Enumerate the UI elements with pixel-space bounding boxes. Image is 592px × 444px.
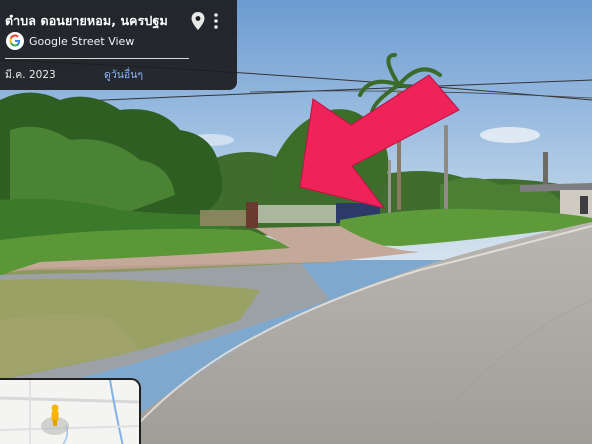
capture-date: มี.ค. 2023 bbox=[5, 69, 56, 81]
street-view-info-card: ตำบล ดอนยายหอม, นครปฐม Google Street Vie… bbox=[0, 0, 237, 90]
minimap[interactable] bbox=[0, 378, 141, 444]
place-title: ตำบล ดอนยายหอม, นครปฐม bbox=[5, 13, 168, 28]
more-vert-icon[interactable] bbox=[210, 12, 222, 30]
location-pin-icon[interactable] bbox=[191, 12, 205, 30]
provider-label: Google Street View bbox=[29, 35, 135, 48]
google-g-logo-icon bbox=[6, 32, 24, 50]
card-divider bbox=[5, 58, 189, 59]
see-other-dates-link[interactable]: ดูวันอื่นๆ bbox=[104, 66, 143, 83]
